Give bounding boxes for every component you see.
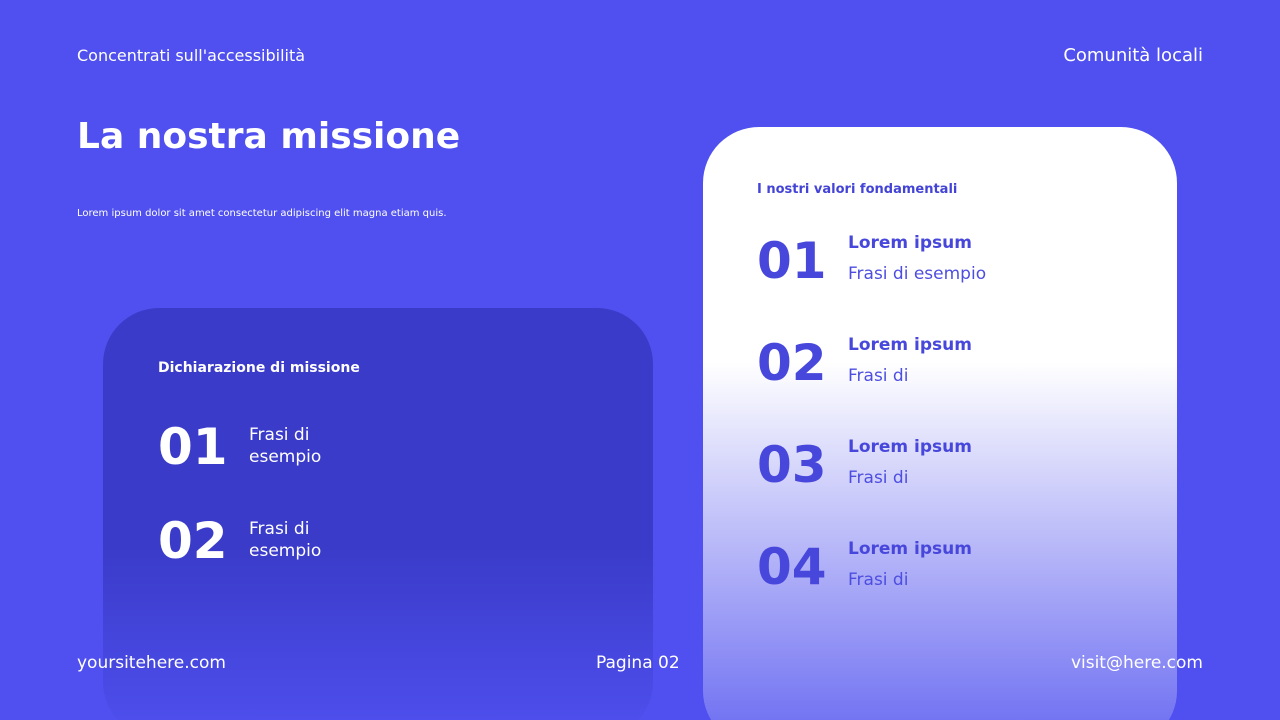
mission-item: 01 Frasi di esempio <box>158 417 558 477</box>
page-title: La nostra missione <box>77 116 461 157</box>
value-item-label: Lorem ipsum <box>848 335 972 355</box>
value-item: 01 Lorem ipsum Frasi di esempio <box>757 228 1137 298</box>
value-item-label: Lorem ipsum <box>848 437 972 457</box>
footer-email[interactable]: visit@here.com <box>1071 652 1203 674</box>
value-item: 02 Lorem ipsum Frasi di <box>757 330 1137 400</box>
mission-item-number: 01 <box>158 418 228 476</box>
header-right-text: Comunità locali <box>1063 45 1203 66</box>
value-item-number: 02 <box>757 334 827 392</box>
footer-website[interactable]: yoursitehere.com <box>77 652 226 674</box>
value-item: 04 Lorem ipsum Frasi di <box>757 534 1137 604</box>
values-card: I nostri valori fondamentali 01 Lorem ip… <box>703 127 1177 720</box>
value-item-number: 04 <box>757 538 827 596</box>
value-item-number: 01 <box>757 232 827 290</box>
page-number: Pagina 02 <box>596 653 680 673</box>
mission-item-text: Frasi di esempio <box>249 519 322 561</box>
value-item-text: Frasi di esempio <box>848 264 987 284</box>
slide: Concentrati sull'accessibilità Comunità … <box>0 0 1280 720</box>
header-left-text: Concentrati sull'accessibilità <box>77 46 306 65</box>
mission-item-number: 02 <box>158 512 228 570</box>
value-item-label: Lorem ipsum <box>848 539 972 559</box>
value-item-text: Frasi di <box>848 570 909 590</box>
value-item-text: Frasi di <box>848 468 909 488</box>
mission-card-heading: Dichiarazione di missione <box>158 360 360 376</box>
value-item: 03 Lorem ipsum Frasi di <box>757 432 1137 502</box>
lead-text: Lorem ipsum dolor sit amet consectetur a… <box>77 208 447 219</box>
value-item-label: Lorem ipsum <box>848 233 972 253</box>
value-item-text: Frasi di <box>848 366 909 386</box>
mission-item-text: Frasi di esempio <box>249 425 322 467</box>
mission-item: 02 Frasi di esempio <box>158 511 558 571</box>
value-item-number: 03 <box>757 436 827 494</box>
values-card-heading: I nostri valori fondamentali <box>757 182 958 197</box>
